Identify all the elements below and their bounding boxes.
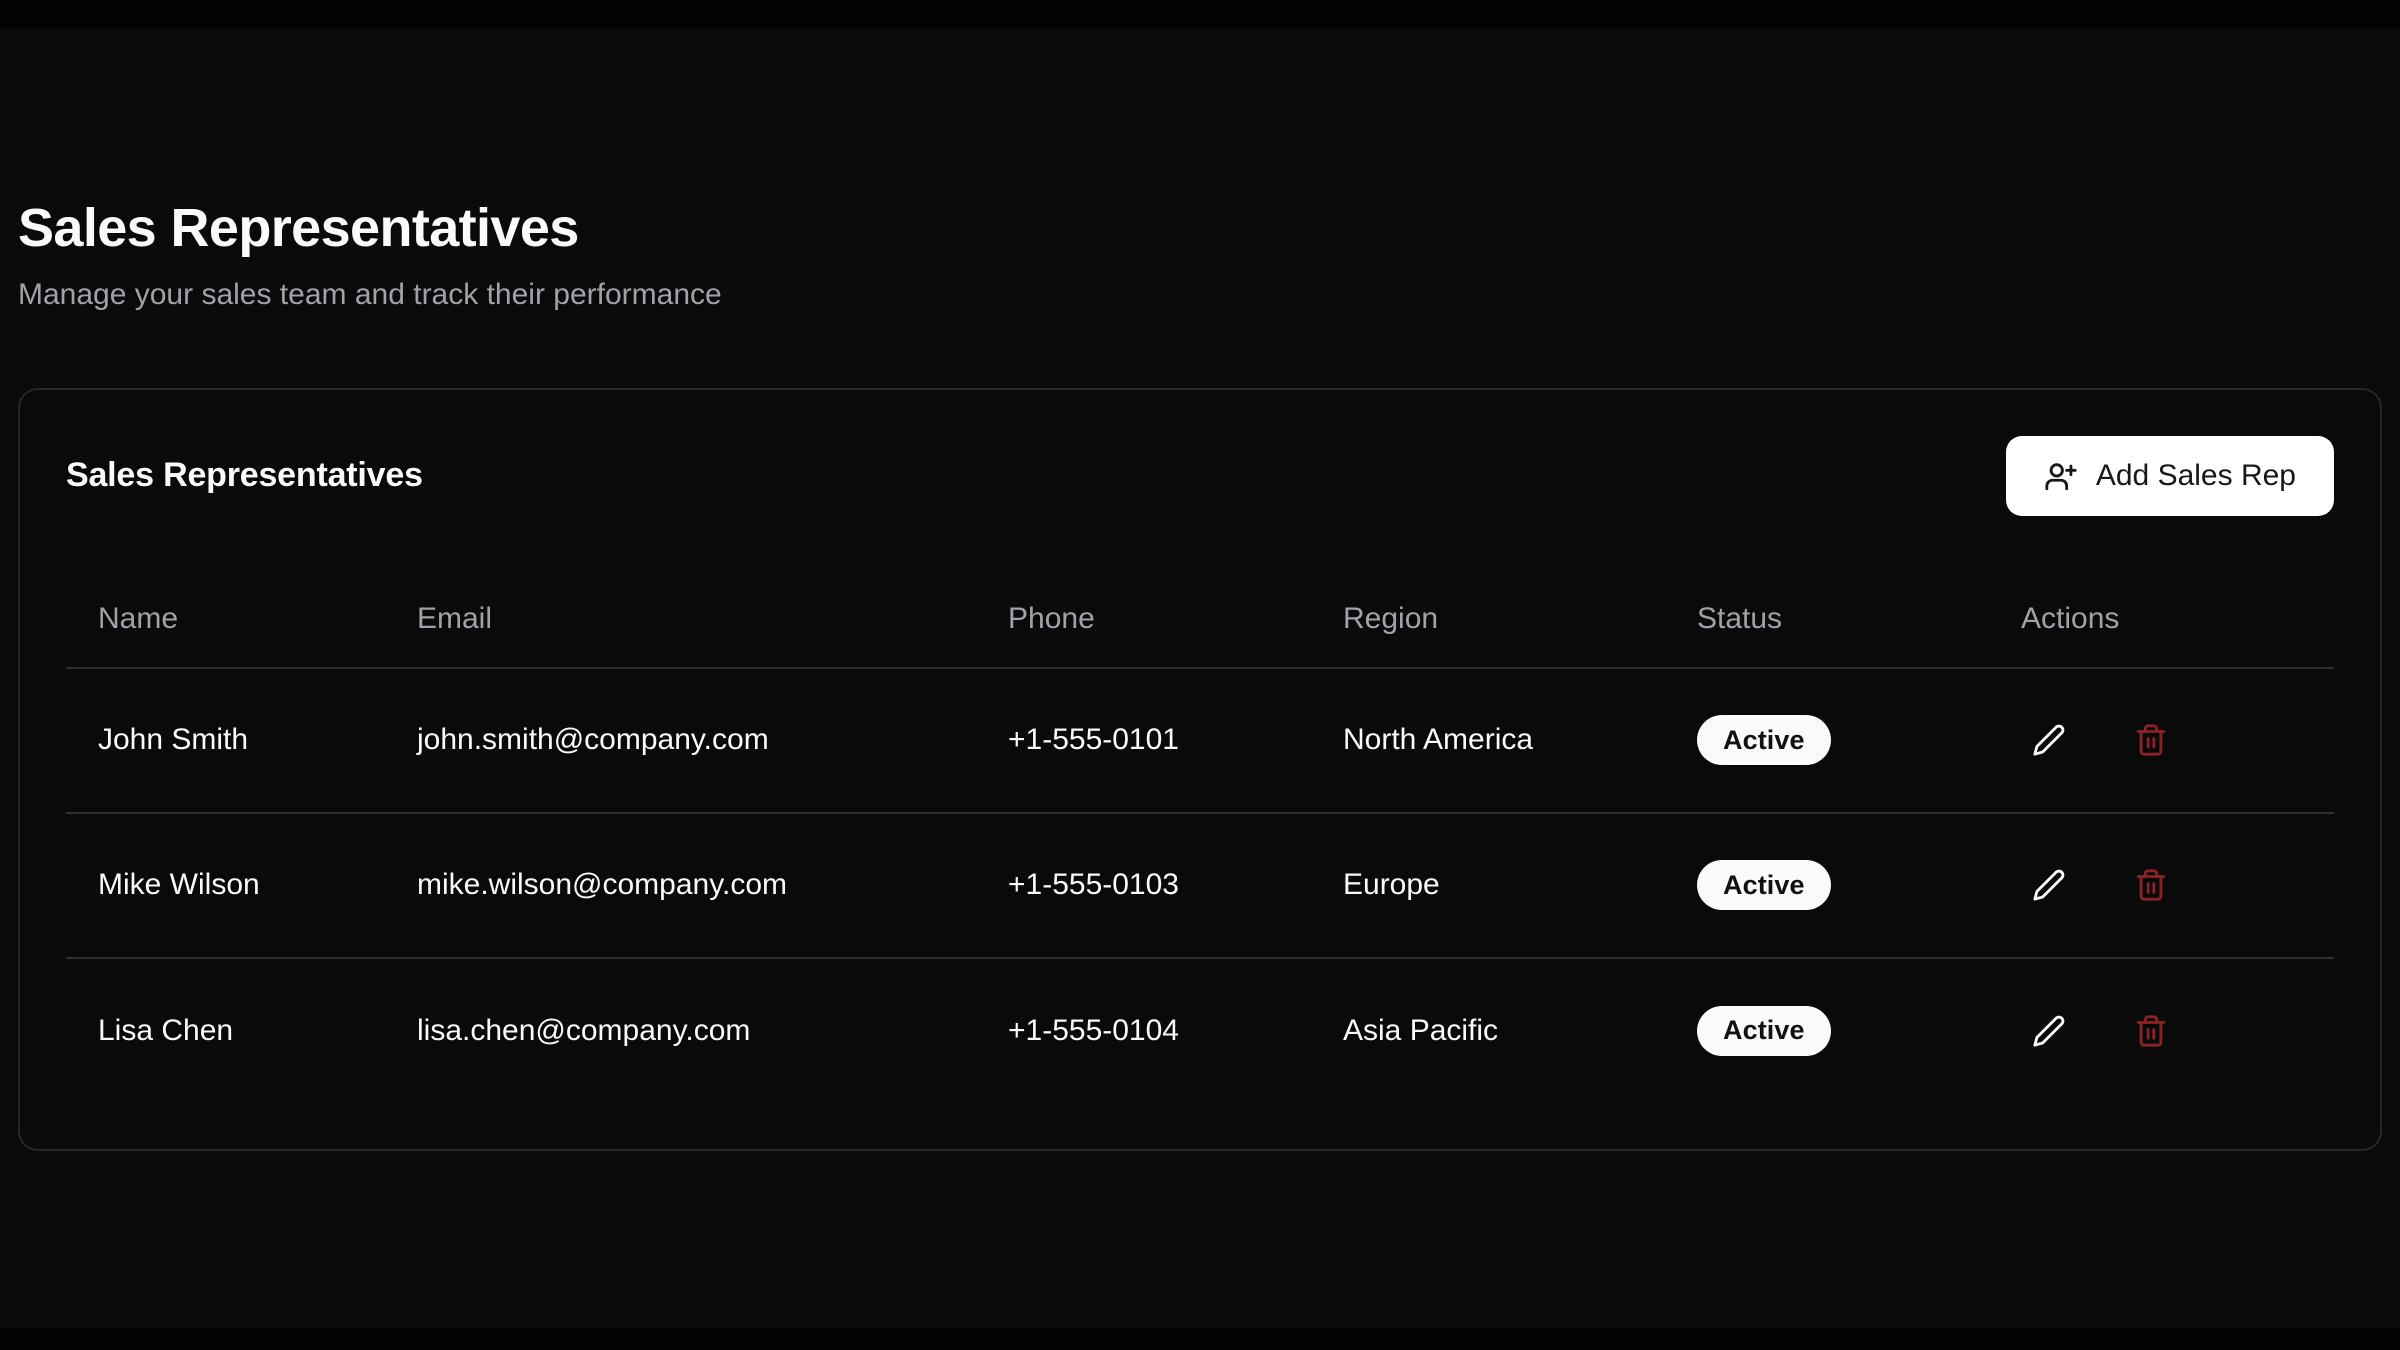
column-header-name: Name bbox=[66, 572, 385, 668]
delete-button[interactable] bbox=[2123, 857, 2179, 913]
sales-representatives-page: Sales Representatives Manage your sales … bbox=[0, 0, 2400, 1350]
row-actions bbox=[2021, 1003, 2302, 1059]
row-actions bbox=[2021, 857, 2302, 913]
add-sales-rep-button[interactable]: Add Sales Rep bbox=[2006, 436, 2334, 516]
rep-phone: +1-555-0103 bbox=[976, 813, 1311, 958]
rep-email: lisa.chen@company.com bbox=[385, 958, 976, 1103]
rep-region: Europe bbox=[1311, 813, 1665, 958]
rep-status-cell: Active bbox=[1665, 668, 1989, 813]
pencil-icon bbox=[2032, 1014, 2066, 1048]
rep-phone: +1-555-0101 bbox=[976, 668, 1311, 813]
trash-icon bbox=[2134, 1014, 2168, 1048]
table-row: Lisa Chen lisa.chen@company.com +1-555-0… bbox=[66, 958, 2334, 1103]
rep-email: mike.wilson@company.com bbox=[385, 813, 976, 958]
add-sales-rep-label: Add Sales Rep bbox=[2096, 459, 2296, 493]
sales-reps-table: Name Email Phone Region Status Actions J… bbox=[66, 572, 2334, 1103]
delete-button[interactable] bbox=[2123, 1003, 2179, 1059]
sales-reps-card: Sales Representatives Add Sales Rep bbox=[18, 388, 2382, 1151]
edit-button[interactable] bbox=[2021, 1003, 2077, 1059]
column-header-status: Status bbox=[1665, 572, 1989, 668]
card-header: Sales Representatives Add Sales Rep bbox=[66, 436, 2334, 516]
trash-icon bbox=[2134, 868, 2168, 902]
status-badge: Active bbox=[1697, 1006, 1831, 1056]
page-subtitle: Manage your sales team and track their p… bbox=[18, 275, 2382, 314]
rep-phone: +1-555-0104 bbox=[976, 958, 1311, 1103]
table-row: Mike Wilson mike.wilson@company.com +1-5… bbox=[66, 813, 2334, 958]
status-badge: Active bbox=[1697, 715, 1831, 765]
rep-name: Mike Wilson bbox=[66, 813, 385, 958]
table-header-row: Name Email Phone Region Status Actions bbox=[66, 572, 2334, 668]
rep-name: Lisa Chen bbox=[66, 958, 385, 1103]
status-badge: Active bbox=[1697, 860, 1831, 910]
rep-status-cell: Active bbox=[1665, 958, 1989, 1103]
edit-button[interactable] bbox=[2021, 712, 2077, 768]
rep-name: John Smith bbox=[66, 668, 385, 813]
column-header-actions: Actions bbox=[1989, 572, 2334, 668]
rep-actions-cell bbox=[1989, 668, 2334, 813]
pencil-icon bbox=[2032, 723, 2066, 757]
delete-button[interactable] bbox=[2123, 712, 2179, 768]
row-actions bbox=[2021, 712, 2302, 768]
column-header-region: Region bbox=[1311, 572, 1665, 668]
rep-actions-cell bbox=[1989, 813, 2334, 958]
page-title: Sales Representatives bbox=[18, 0, 2382, 261]
rep-status-cell: Active bbox=[1665, 813, 1989, 958]
rep-region: North America bbox=[1311, 668, 1665, 813]
pencil-icon bbox=[2032, 868, 2066, 902]
edit-button[interactable] bbox=[2021, 857, 2077, 913]
column-header-phone: Phone bbox=[976, 572, 1311, 668]
rep-actions-cell bbox=[1989, 958, 2334, 1103]
column-header-email: Email bbox=[385, 572, 976, 668]
table-row: John Smith john.smith@company.com +1-555… bbox=[66, 668, 2334, 813]
trash-icon bbox=[2134, 723, 2168, 757]
card-title: Sales Representatives bbox=[66, 456, 423, 495]
user-plus-icon bbox=[2044, 459, 2078, 493]
rep-email: john.smith@company.com bbox=[385, 668, 976, 813]
rep-region: Asia Pacific bbox=[1311, 958, 1665, 1103]
